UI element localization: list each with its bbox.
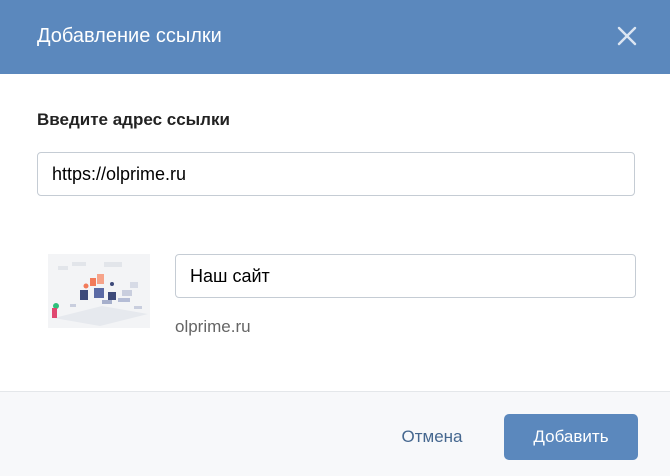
- preview-illustration: [44, 248, 156, 334]
- close-button[interactable]: [612, 21, 642, 51]
- url-field-label: Введите адрес ссылки: [37, 110, 230, 129]
- add-button[interactable]: Добавить: [504, 414, 638, 460]
- link-title-input[interactable]: [175, 254, 636, 298]
- dialog-title: Добавление ссылки: [37, 25, 222, 47]
- close-icon: [617, 26, 637, 46]
- add-link-dialog: Добавление ссылки Введите адрес ссылки h…: [0, 0, 670, 476]
- dialog-header: Добавление ссылки: [0, 0, 670, 74]
- cancel-button[interactable]: Отмена: [386, 415, 478, 459]
- site-preview-image: [44, 248, 156, 334]
- dialog-footer: Отмена Добавить: [0, 391, 670, 476]
- link-domain: olprime.ru: [175, 317, 251, 336]
- url-input[interactable]: [37, 152, 635, 196]
